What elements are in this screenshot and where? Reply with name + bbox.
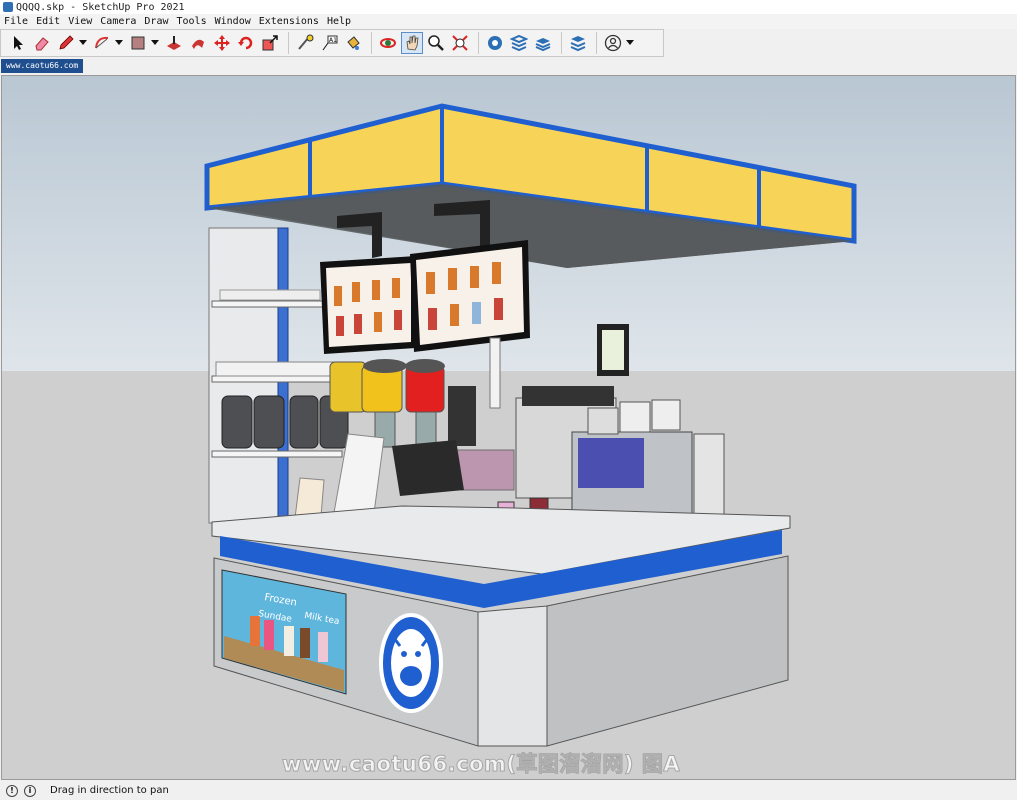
window-title: QQQQ.skp - SketchUp Pro 2021 bbox=[16, 1, 185, 13]
pos-screen bbox=[392, 440, 464, 496]
send-to-layout-icon[interactable] bbox=[567, 32, 589, 54]
zoom-extents-icon[interactable] bbox=[449, 32, 471, 54]
pan-icon[interactable] bbox=[401, 32, 423, 54]
blender bbox=[448, 386, 476, 446]
pencil-icon[interactable] bbox=[55, 32, 77, 54]
toolbar-separator bbox=[288, 32, 289, 54]
menu-edit[interactable]: Edit bbox=[32, 16, 64, 27]
layout-icon[interactable] bbox=[532, 32, 554, 54]
info-icon[interactable]: i bbox=[24, 784, 36, 797]
shelf-middle bbox=[211, 375, 343, 383]
menu-view[interactable]: View bbox=[64, 16, 96, 27]
counter-body-corner bbox=[477, 605, 548, 747]
eraser-icon[interactable] bbox=[31, 32, 53, 54]
account-icon[interactable] bbox=[602, 32, 624, 54]
title-bar: QQQQ.skp - SketchUp Pro 2021 bbox=[0, 0, 1017, 14]
model-viewport[interactable]: Frozen Sundae Milk tea www.caotu66.com(草… bbox=[1, 75, 1016, 780]
spout-column bbox=[489, 337, 501, 409]
menu-help[interactable]: Help bbox=[323, 16, 355, 27]
orbit-icon[interactable] bbox=[377, 32, 399, 54]
scene-tab-row: www.caotu66.com bbox=[0, 58, 1017, 74]
follow-me-icon[interactable] bbox=[187, 32, 209, 54]
push-pull-icon[interactable] bbox=[163, 32, 185, 54]
toolbar-separator bbox=[596, 32, 597, 54]
menu-camera[interactable]: Camera bbox=[96, 16, 140, 27]
menu-draw[interactable]: Draw bbox=[140, 16, 172, 27]
toolbar-separator bbox=[478, 32, 479, 54]
shelf-top bbox=[211, 300, 328, 308]
arc-dropdown-chevron-icon[interactable] bbox=[115, 32, 123, 54]
svg-text:A1: A1 bbox=[329, 37, 337, 44]
status-bar: ! i Drag in direction to pan bbox=[0, 781, 1017, 800]
rectangle-icon[interactable] bbox=[127, 32, 149, 54]
geolocation-icon[interactable]: ! bbox=[6, 784, 18, 797]
pencil-dropdown-chevron-icon[interactable] bbox=[79, 32, 87, 54]
menu-file[interactable]: File bbox=[0, 16, 32, 27]
paint-bucket-icon[interactable] bbox=[342, 32, 364, 54]
extension-warehouse-icon[interactable] bbox=[508, 32, 530, 54]
menu-extensions[interactable]: Extensions bbox=[255, 16, 323, 27]
arc-icon[interactable] bbox=[91, 32, 113, 54]
kiosk-model: Frozen Sundae Milk tea bbox=[2, 76, 1015, 779]
menu-tools[interactable]: Tools bbox=[173, 16, 211, 27]
scene-tab[interactable]: www.caotu66.com bbox=[1, 59, 84, 73]
select-icon[interactable] bbox=[7, 32, 29, 54]
scale-icon[interactable] bbox=[259, 32, 281, 54]
main-toolbar: A1 bbox=[0, 29, 664, 57]
toolbar-separator bbox=[561, 32, 562, 54]
menu-window[interactable]: Window bbox=[211, 16, 255, 27]
sketchup-logo-icon bbox=[3, 2, 13, 12]
text-icon[interactable]: A1 bbox=[318, 32, 340, 54]
shelf-bottom bbox=[211, 450, 343, 458]
move-icon[interactable] bbox=[211, 32, 233, 54]
menu-bar: File Edit View Camera Draw Tools Window … bbox=[0, 14, 1017, 29]
account-dropdown-chevron-icon[interactable] bbox=[626, 32, 634, 54]
warehouse-icon[interactable] bbox=[484, 32, 506, 54]
zoom-icon[interactable] bbox=[425, 32, 447, 54]
tape-measure-icon[interactable] bbox=[294, 32, 316, 54]
rotate-icon[interactable] bbox=[235, 32, 257, 54]
fridge bbox=[693, 433, 725, 527]
cow-logo bbox=[379, 613, 443, 713]
rectangle-dropdown-chevron-icon[interactable] bbox=[151, 32, 159, 54]
toolbar-separator bbox=[371, 32, 372, 54]
status-message: Drag in direction to pan bbox=[50, 785, 169, 796]
watermark: www.caotu66.com(草图溜溜网) 图A bbox=[281, 752, 681, 777]
